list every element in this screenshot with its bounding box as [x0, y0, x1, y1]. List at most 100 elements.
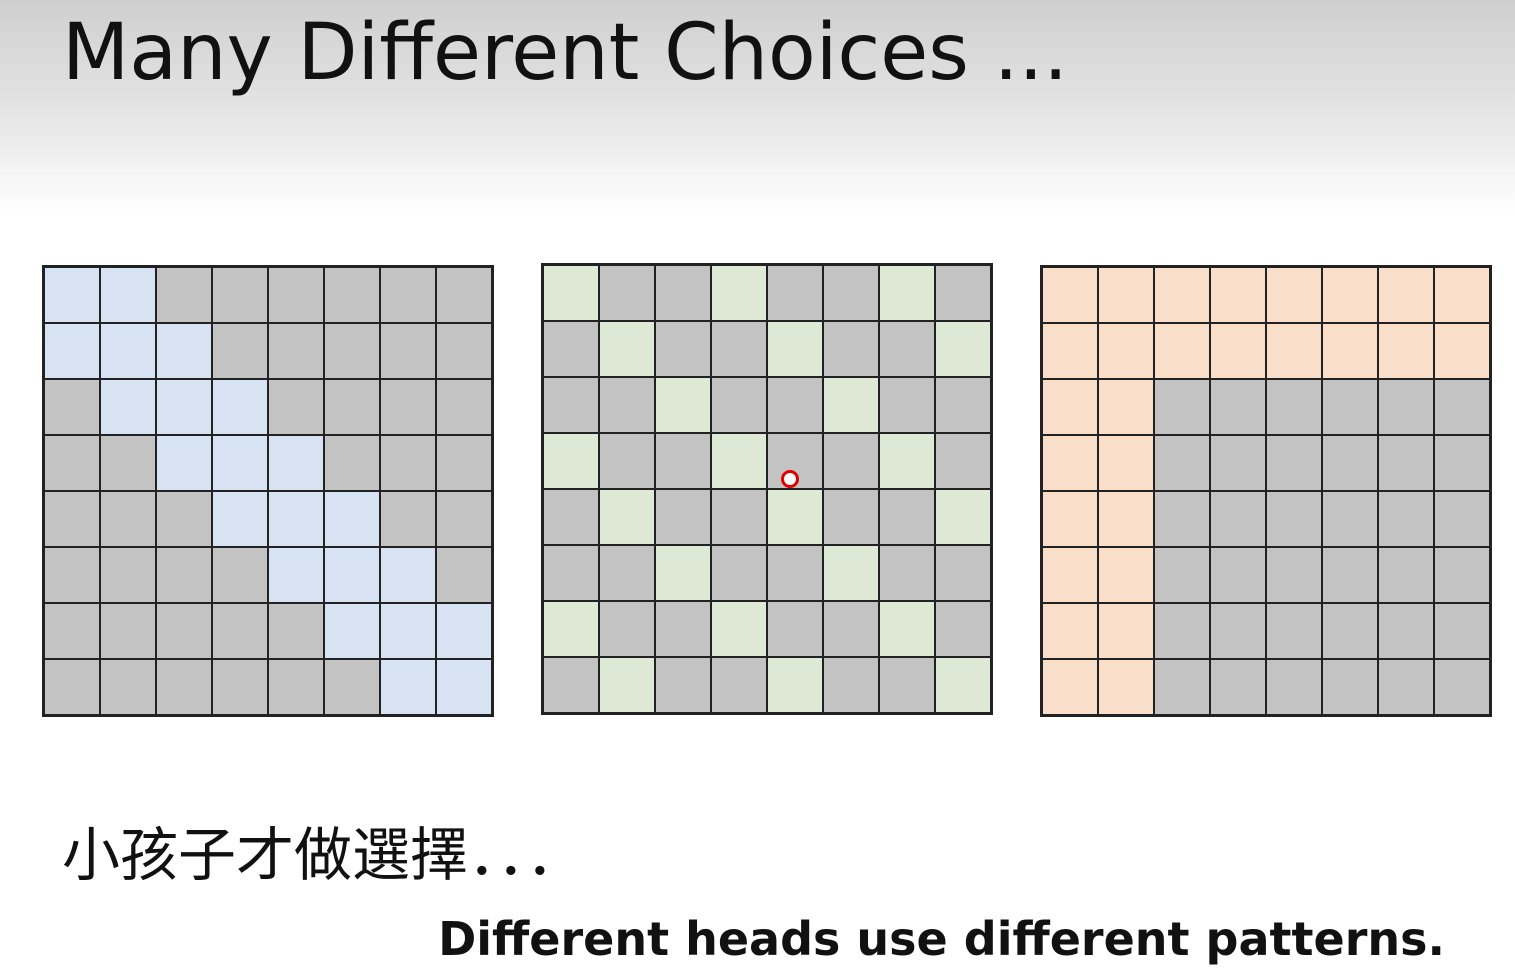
attended-cell: [100, 323, 156, 379]
masked-cell: [100, 659, 156, 715]
attention-matrix-global: [1040, 265, 1492, 717]
masked-cell: [44, 603, 100, 659]
masked-cell: [543, 545, 599, 601]
attended-cell: [823, 377, 879, 433]
attended-cell: [1434, 323, 1490, 379]
attended-cell: [1210, 323, 1266, 379]
attended-cell: [767, 657, 823, 713]
masked-cell: [156, 603, 212, 659]
attended-cell: [1098, 435, 1154, 491]
masked-cell: [380, 323, 436, 379]
attended-cell: [380, 659, 436, 715]
masked-cell: [543, 657, 599, 713]
attended-cell: [156, 323, 212, 379]
masked-cell: [1378, 547, 1434, 603]
masked-cell: [1434, 659, 1490, 715]
attended-cell: [212, 379, 268, 435]
attended-cell: [268, 547, 324, 603]
attended-cell: [543, 265, 599, 321]
mouse-pointer-icon: [781, 470, 799, 488]
attended-cell: [711, 265, 767, 321]
masked-cell: [1266, 547, 1322, 603]
masked-cell: [879, 377, 935, 433]
masked-cell: [1434, 603, 1490, 659]
attended-cell: [1042, 323, 1098, 379]
attended-cell: [324, 603, 380, 659]
slide-subtitle: 小孩子才做選擇．．．: [62, 821, 585, 889]
masked-cell: [599, 433, 655, 489]
attended-cell: [879, 601, 935, 657]
masked-cell: [1322, 435, 1378, 491]
masked-cell: [212, 267, 268, 323]
slide-caption: Different heads use different patterns.: [438, 912, 1445, 966]
masked-cell: [1154, 659, 1210, 715]
masked-cell: [711, 321, 767, 377]
masked-cell: [1210, 379, 1266, 435]
attended-cell: [1322, 267, 1378, 323]
masked-cell: [380, 379, 436, 435]
attended-cell: [1042, 491, 1098, 547]
masked-cell: [767, 377, 823, 433]
masked-cell: [711, 657, 767, 713]
masked-cell: [823, 657, 879, 713]
masked-cell: [1378, 435, 1434, 491]
masked-cell: [1434, 435, 1490, 491]
attended-cell: [1154, 323, 1210, 379]
attended-cell: [711, 601, 767, 657]
masked-cell: [1154, 491, 1210, 547]
masked-cell: [268, 267, 324, 323]
masked-cell: [879, 657, 935, 713]
masked-cell: [1266, 491, 1322, 547]
masked-cell: [436, 547, 492, 603]
masked-cell: [935, 601, 991, 657]
masked-cell: [935, 377, 991, 433]
masked-cell: [879, 321, 935, 377]
masked-cell: [935, 545, 991, 601]
attended-cell: [100, 379, 156, 435]
masked-cell: [436, 323, 492, 379]
masked-cell: [1266, 659, 1322, 715]
masked-cell: [324, 659, 380, 715]
masked-cell: [655, 433, 711, 489]
attended-cell: [767, 489, 823, 545]
attended-cell: [767, 321, 823, 377]
slide-title: Many Different Choices ...: [62, 8, 1069, 98]
masked-cell: [1210, 547, 1266, 603]
masked-cell: [823, 601, 879, 657]
masked-cell: [44, 435, 100, 491]
attended-cell: [324, 491, 380, 547]
attended-cell: [711, 433, 767, 489]
attention-matrix-dilated: [541, 263, 993, 715]
masked-cell: [212, 547, 268, 603]
masked-cell: [324, 435, 380, 491]
masked-cell: [767, 265, 823, 321]
attended-cell: [1098, 659, 1154, 715]
attended-cell: [1042, 659, 1098, 715]
masked-cell: [324, 323, 380, 379]
attended-cell: [1434, 267, 1490, 323]
masked-cell: [823, 489, 879, 545]
attended-cell: [543, 601, 599, 657]
attended-cell: [1322, 323, 1378, 379]
masked-cell: [100, 603, 156, 659]
masked-cell: [212, 659, 268, 715]
masked-cell: [1210, 491, 1266, 547]
attended-cell: [1378, 323, 1434, 379]
masked-cell: [268, 659, 324, 715]
attended-cell: [1210, 267, 1266, 323]
masked-cell: [599, 545, 655, 601]
attended-cell: [935, 321, 991, 377]
masked-cell: [599, 601, 655, 657]
masked-cell: [879, 489, 935, 545]
masked-cell: [711, 489, 767, 545]
masked-cell: [935, 433, 991, 489]
attended-cell: [599, 321, 655, 377]
masked-cell: [1154, 379, 1210, 435]
attended-cell: [436, 603, 492, 659]
masked-cell: [599, 265, 655, 321]
masked-cell: [1378, 603, 1434, 659]
masked-cell: [1322, 603, 1378, 659]
attended-cell: [380, 547, 436, 603]
attended-cell: [935, 489, 991, 545]
attended-cell: [1042, 435, 1098, 491]
